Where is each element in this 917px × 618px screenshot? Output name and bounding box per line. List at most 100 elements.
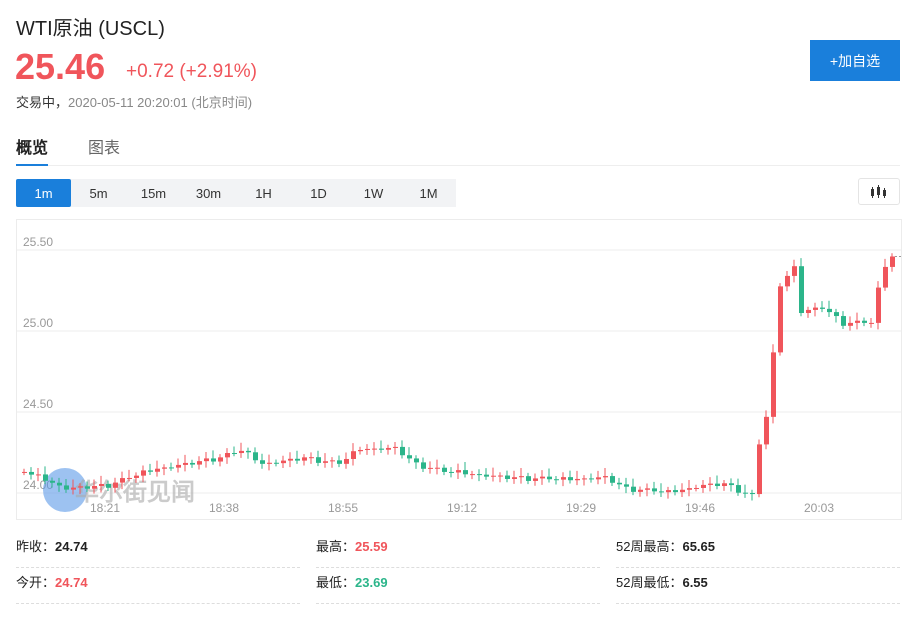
candle-body [449,471,454,473]
stat-label: 52周最低： [616,575,683,590]
candle-body [484,474,489,477]
candle-body [379,448,384,450]
candle-body [694,487,699,489]
status-text: 交易中， [16,95,69,110]
period-30m[interactable]: 30m [181,179,236,207]
stat-value: 25.59 [355,539,388,554]
period-1m[interactable]: 1m [16,179,71,207]
candle-body [43,474,48,481]
candle-body [85,486,90,489]
period-1d[interactable]: 1D [291,179,346,207]
candle-body [680,489,685,493]
candle-body [603,476,608,478]
candle-body [155,468,160,472]
tab-bar: 概览 图表 [16,134,900,166]
candle-body [309,457,314,459]
candle-body [855,320,860,323]
price-chart[interactable]: 24.00 24.50 25.00 25.50 18:21 18:38 18:55 19:12… [16,219,902,520]
tab-chart[interactable]: 图表 [88,134,120,166]
candle-body [624,484,629,487]
candle-body [743,492,748,494]
stat-item: 最高：25.59 [316,532,600,568]
candle-body [813,307,818,310]
y-tick-label: 25.00 [23,316,53,330]
instrument-title: WTI原油 (USCL) [16,18,165,40]
candle-body [750,493,755,495]
period-1h[interactable]: 1H [236,179,291,207]
candle-body [617,482,622,485]
candle-body [295,458,300,461]
candle-body [323,461,328,463]
x-tick-label: 19:46 [685,501,715,515]
x-tick-label: 20:03 [804,501,834,515]
candle-body [498,475,503,477]
candle-body [36,474,41,476]
candle-body [456,470,461,473]
candle-body [148,470,153,472]
candle-body [71,487,76,490]
period-selector: 1m 5m 15m 30m 1H 1D 1W 1M [16,179,456,207]
candle-body [792,266,797,276]
candle-body [869,322,874,324]
period-5m[interactable]: 5m [71,179,126,207]
period-15m[interactable]: 15m [126,179,181,207]
candle-body [505,475,510,479]
stat-label: 今开： [16,575,56,590]
candle-body [645,488,650,490]
candle-body [785,275,790,287]
candle-body [652,488,657,492]
candle-body [239,450,244,454]
candle-body [183,462,188,465]
candle-body [260,460,265,464]
candle-body [547,476,552,480]
candle-body [610,476,615,483]
candle-body [848,322,853,326]
stat-item: 52周最高：65.65 [616,532,900,568]
candle-body [435,467,440,469]
candlestick-icon [871,184,886,198]
candle-body [281,460,286,464]
x-tick-label: 18:55 [328,501,358,515]
candle-body [197,461,202,465]
price-change: +0.72 (+2.91%) [126,61,257,82]
y-tick-label: 24.50 [23,397,53,411]
candle-body [554,479,559,481]
trading-status: 交易中，2020-05-11 20:20:01 (北京时间) [16,92,252,111]
candle-body [722,483,727,487]
candle-body [736,485,741,493]
candle-body [113,482,118,488]
stat-label: 最低： [316,575,356,590]
candle-body [204,458,209,462]
candle-body [834,312,839,317]
candle-body [169,467,174,469]
candle-body [561,477,566,480]
candle-body [820,307,825,309]
stat-label: 52周最高： [616,539,683,554]
candle-body [218,457,223,462]
chart-type-button[interactable] [858,178,900,205]
watermark-text: 华尔街见闻 [75,477,195,506]
candle-body [442,467,447,472]
candle-body [708,483,713,485]
tab-overview[interactable]: 概览 [16,134,49,166]
stat-value: 24.74 [55,575,88,590]
candle-body [358,449,363,452]
candle-body [92,485,97,489]
candle-body [288,458,293,461]
candle-body [582,478,587,480]
candle-body [29,471,34,475]
candle-body [330,460,335,462]
stat-item: 最低：23.69 [316,568,600,604]
stat-item: 昨收：24.74 [16,532,300,568]
candle-body [190,462,195,465]
x-tick-label: 18:38 [209,501,239,515]
candle-body [533,478,538,481]
candle-body [274,462,279,464]
timestamp: 2020-05-11 20:20:01 [68,95,188,110]
candle-body [778,286,783,353]
period-1w[interactable]: 1W [346,179,401,207]
period-1mo[interactable]: 1M [401,179,456,207]
candle-body [540,476,545,479]
add-watchlist-button[interactable]: +加自选 [810,40,900,81]
candle-body [491,475,496,477]
